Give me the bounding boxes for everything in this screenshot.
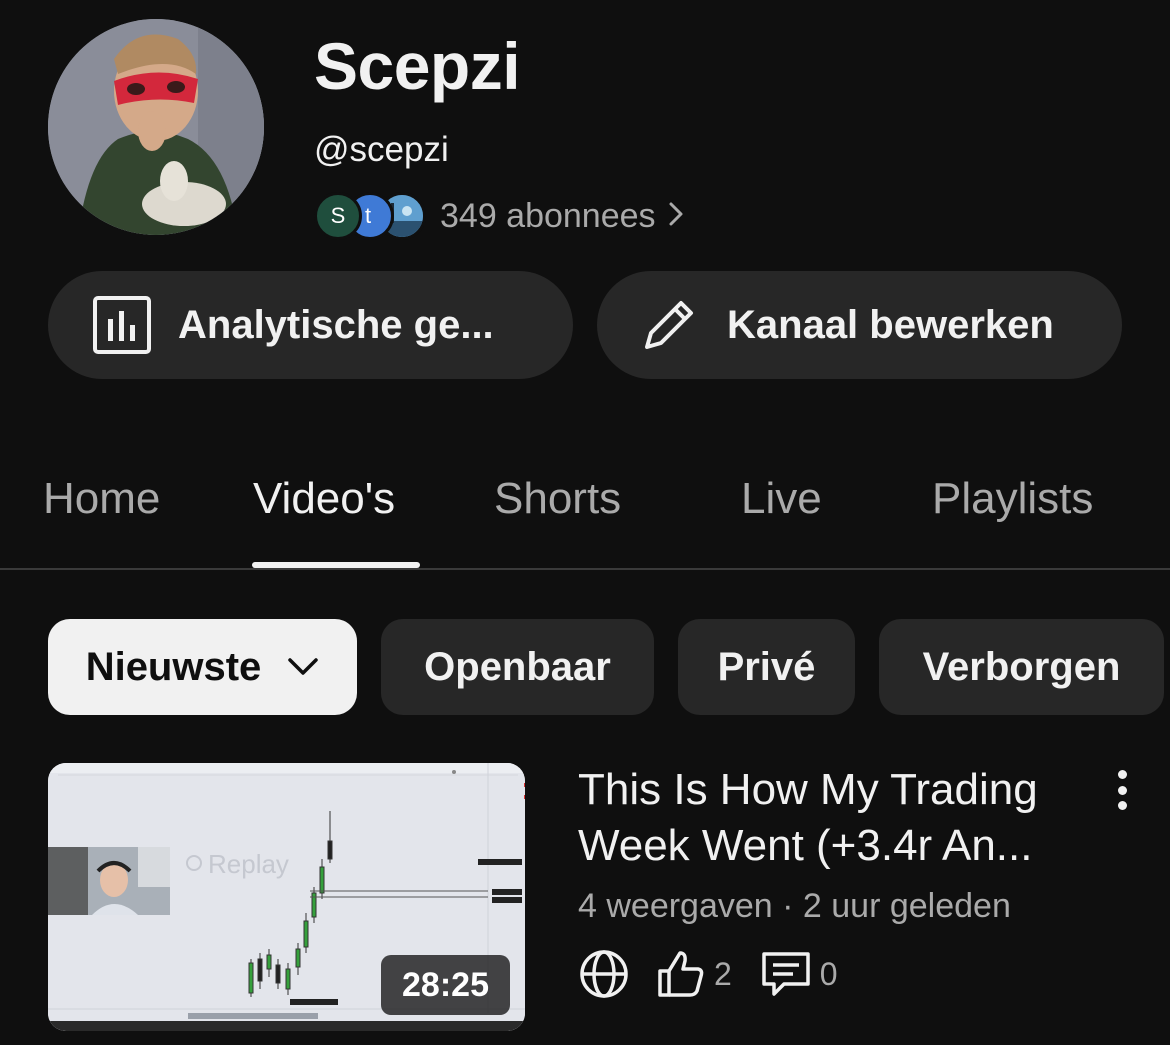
video-meta: 4 weergaven · 2 uur geleden — [578, 887, 1011, 925]
analytics-icon — [92, 295, 152, 355]
globe-icon — [578, 948, 630, 1000]
tab-playlists[interactable]: Playlists — [932, 474, 1093, 524]
channel-handle: @scepzi — [314, 130, 449, 169]
video-duration: 28:25 — [381, 955, 510, 1015]
edit-channel-button[interactable]: Kanaal bewerken — [597, 271, 1122, 379]
filter-public-chip[interactable]: Openbaar — [381, 619, 654, 715]
subscriber-avatars: S t — [314, 190, 426, 242]
channel-name: Scepzi — [314, 29, 521, 103]
filter-hidden-chip[interactable]: Verborgen — [879, 619, 1164, 715]
analytics-button[interactable]: Analytische ge... — [48, 271, 573, 379]
subscriber-avatar: S — [314, 192, 362, 240]
more-options-icon[interactable] — [1104, 768, 1140, 812]
like-count: 2 — [714, 955, 732, 992]
tab-videos[interactable]: Video's — [253, 474, 395, 524]
pencil-icon — [639, 295, 699, 355]
sort-newest-label: Nieuwste — [85, 644, 262, 689]
edit-channel-button-label: Kanaal bewerken — [727, 302, 1054, 347]
channel-tabs: Home Video's Shorts Live Playlists — [0, 460, 1170, 570]
video-stats: 2 0 — [578, 948, 838, 1000]
thumbs-up-icon — [656, 949, 706, 999]
subscribers-link[interactable]: S t 349 abonnees — [314, 190, 684, 242]
analytics-button-label: Analytische ge... — [178, 302, 494, 347]
comment-count: 0 — [819, 955, 838, 992]
subscriber-count: 349 abonnees — [440, 196, 656, 235]
chevron-down-icon — [287, 657, 319, 677]
thumbnail-replay-text: Replay — [208, 849, 289, 879]
sort-newest-chip[interactable]: Nieuwste — [48, 619, 357, 715]
filter-private-chip[interactable]: Privé — [678, 619, 855, 715]
channel-avatar[interactable] — [48, 19, 264, 235]
tab-live[interactable]: Live — [741, 474, 822, 524]
tab-home[interactable]: Home — [43, 474, 160, 524]
chevron-right-icon — [668, 197, 684, 236]
video-title[interactable]: This Is How My Trading Week Went (+3.4r … — [578, 762, 1098, 874]
tab-shorts[interactable]: Shorts — [494, 474, 621, 524]
comment-icon — [760, 948, 812, 1000]
tabs-divider — [0, 568, 1170, 570]
